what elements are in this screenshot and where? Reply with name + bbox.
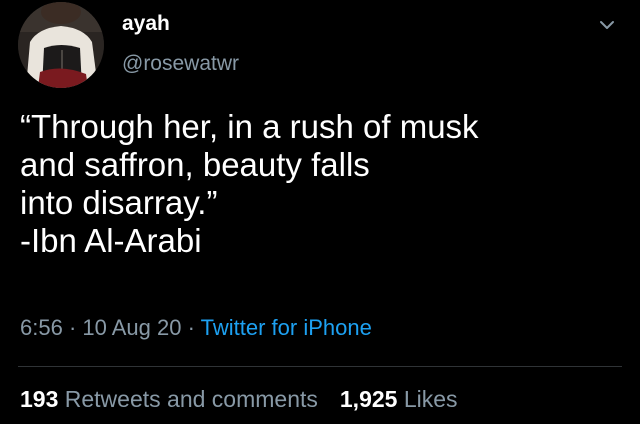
tweet-text-line: into disarray.” bbox=[20, 184, 218, 221]
display-name[interactable]: ayah bbox=[122, 12, 170, 36]
profile-photo bbox=[18, 2, 104, 88]
retweets-label: Retweets and comments bbox=[64, 386, 318, 412]
tweet-text: “Through her, in a rush of musk and saff… bbox=[20, 108, 620, 260]
likes-label: Likes bbox=[403, 386, 458, 412]
meta-separator: · bbox=[62, 315, 83, 340]
likes-stat[interactable]: 1,925 Likes bbox=[340, 386, 458, 412]
chevron-down-icon[interactable] bbox=[596, 14, 618, 36]
tweet-text-line: “Through her, in a rush of musk bbox=[20, 108, 479, 145]
divider bbox=[18, 366, 622, 367]
retweets-count: 193 bbox=[20, 386, 59, 412]
tweet-stats: 193 Retweets and comments 1,925 Likes bbox=[20, 386, 458, 413]
retweets-stat[interactable]: 193 Retweets and comments bbox=[20, 386, 318, 412]
tweet: ayah @rosewatwr “Through her, in a rush … bbox=[0, 0, 640, 424]
tweet-text-line: -Ibn Al-Arabi bbox=[20, 222, 202, 259]
tweet-source-link[interactable]: Twitter for iPhone bbox=[201, 315, 372, 340]
avatar[interactable] bbox=[18, 2, 104, 88]
user-handle[interactable]: @rosewatwr bbox=[122, 52, 239, 76]
tweet-time[interactable]: 6:56 bbox=[20, 315, 63, 340]
tweet-meta: 6:56 · 10 Aug 20 · Twitter for iPhone bbox=[20, 315, 372, 341]
likes-count: 1,925 bbox=[339, 386, 398, 412]
tweet-text-line: and saffron, beauty falls bbox=[20, 146, 370, 183]
tweet-date[interactable]: 10 Aug 20 bbox=[82, 315, 181, 340]
meta-separator: · bbox=[181, 315, 201, 340]
